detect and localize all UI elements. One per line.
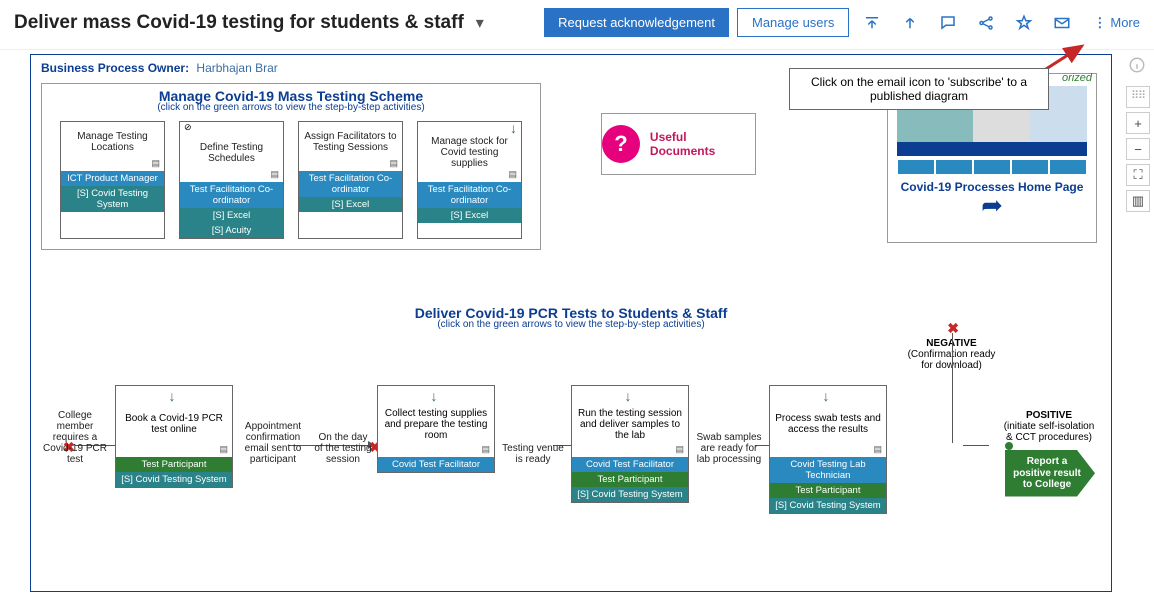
task-system: [S] Covid Testing System [770, 498, 886, 513]
task-role: Covid Test Facilitator [378, 457, 494, 472]
task-title: Book a Covid-19 PCR test online [116, 400, 232, 444]
red-x-icon: ✖ [947, 320, 959, 337]
task-role: Test Facilitation Co-ordinator [418, 182, 521, 208]
task-role: Covid Test Facilitator [572, 457, 688, 472]
task-run-session[interactable]: ↓ Run the testing session and deliver sa… [571, 385, 689, 503]
zoom-in-button[interactable]: + [1126, 112, 1150, 134]
upload-icon[interactable] [899, 12, 921, 34]
task-manage-locations[interactable]: Manage Testing Locations ▤ ICT Product M… [60, 121, 165, 239]
tooltip-callout: Click on the email icon to 'subscribe' t… [789, 68, 1049, 110]
manage-users-button[interactable]: Manage users [737, 8, 849, 37]
task-system: [S] Excel [180, 208, 283, 223]
task-book-test[interactable]: ↓ Book a Covid-19 PCR test online ▤ Test… [115, 385, 233, 488]
scroll-to-top-icon[interactable] [861, 12, 883, 34]
task-role: Test Facilitation Co-ordinator [299, 171, 402, 197]
drag-handle-icon[interactable]: ⠿⠿ [1126, 86, 1150, 108]
more-button[interactable]: ⋮More [1093, 15, 1140, 31]
useful-documents-label: Useful Documents [650, 130, 755, 158]
info-icon[interactable] [1128, 56, 1146, 79]
task-title: Process swab tests and access the result… [770, 400, 886, 444]
help-icon: ? [602, 125, 640, 163]
thumbnail-icon[interactable]: ▥ [1126, 190, 1150, 212]
task-system: [S] Excel [299, 197, 402, 212]
task-define-schedules[interactable]: ⊘ Define Testing Schedules ▤ Test Facili… [179, 121, 284, 239]
task-collect-supplies[interactable]: ↓ Collect testing supplies and prepare t… [377, 385, 495, 473]
star-icon[interactable] [1013, 12, 1035, 34]
title-caret-icon[interactable]: ▾ [476, 13, 484, 33]
task-system: [S] Covid Testing System [116, 472, 232, 487]
task-role: Test Facilitation Co-ordinator [180, 182, 283, 208]
task-role: Test Participant [572, 472, 688, 487]
task-system: [S] Covid Testing System [572, 487, 688, 502]
task-title: Collect testing supplies and prepare the… [378, 400, 494, 444]
owner-name: Harbhajan Brar [196, 61, 277, 75]
flow-start-label: College member requires a Covid-19 PCR t… [39, 385, 111, 505]
task-title: Define Testing Schedules [180, 133, 283, 169]
zoom-out-button[interactable]: − [1126, 138, 1150, 160]
task-role: Test Participant [116, 457, 232, 472]
homepage-tiles [898, 160, 1086, 174]
flow-label: Testing venue is ready [499, 385, 567, 505]
task-role: Covid Testing Lab Technician [770, 457, 886, 483]
task-title: Assign Facilitators to Testing Sessions [299, 122, 402, 158]
task-manage-stock[interactable]: ↓ Manage stock for Covid testing supplie… [417, 121, 522, 239]
task-system: [S] Acuity [180, 223, 283, 238]
task-title: Manage stock for Covid testing supplies [418, 132, 521, 169]
task-assign-facilitators[interactable]: Assign Facilitators to Testing Sessions … [298, 121, 403, 239]
useful-documents-card[interactable]: ? Useful Documents [601, 113, 756, 175]
task-system: [S] Excel [418, 208, 521, 223]
request-acknowledgement-button[interactable]: Request acknowledgement [544, 8, 729, 37]
comment-icon[interactable] [937, 12, 959, 34]
manage-scheme-subtitle: (click on the green arrows to view the s… [157, 102, 424, 113]
task-title: Run the testing session and deliver samp… [572, 400, 688, 444]
task-role: Test Participant [770, 483, 886, 498]
task-process-swabs[interactable]: ↓ Process swab tests and access the resu… [769, 385, 887, 514]
fit-to-screen-button[interactable]: ⛶ [1126, 164, 1150, 186]
task-title: Manage Testing Locations [61, 122, 164, 158]
task-system: [S] Covid Testing System [61, 186, 164, 212]
manage-scheme-section: Manage Covid-19 Mass Testing Scheme (cli… [41, 83, 541, 250]
subscribe-email-icon[interactable] [1051, 12, 1073, 34]
flow-label: Appointment confirmation email sent to p… [237, 385, 309, 505]
flow-label: On the day of the testing session [313, 385, 373, 505]
curved-arrow-icon: ➦ [981, 190, 1003, 221]
share-icon[interactable] [975, 12, 997, 34]
task-role: ICT Product Manager [61, 171, 164, 186]
flow-label: Swab samples are ready for lab processin… [693, 385, 765, 505]
page-title: Deliver mass Covid-19 testing for studen… [14, 12, 464, 34]
